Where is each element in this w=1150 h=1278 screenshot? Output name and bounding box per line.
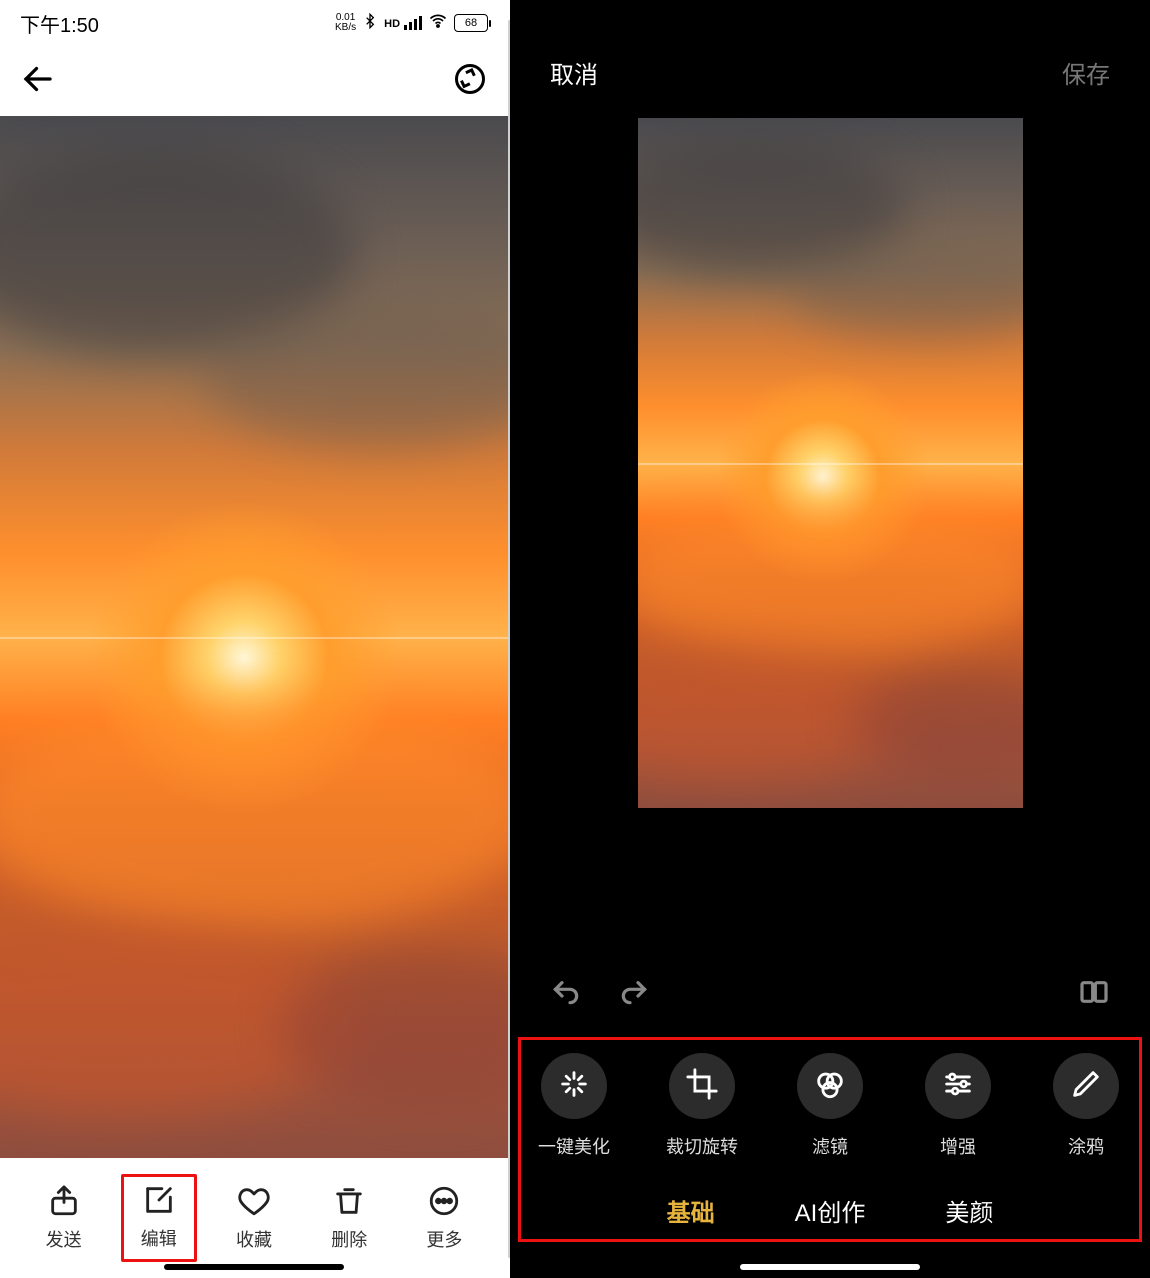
status-bar: 下午1:50 0.01 KB/s HD 68: [0, 0, 508, 46]
editor-tab-row: 基础 AI创作 美颜: [510, 1193, 1150, 1228]
tab-beauty[interactable]: 美颜: [945, 1193, 993, 1228]
cancel-button[interactable]: 取消: [550, 55, 598, 90]
tab-ai-create[interactable]: AI创作: [795, 1193, 866, 1228]
sparkle-icon: [557, 1067, 591, 1106]
tool-enhance[interactable]: 增强: [914, 1053, 1002, 1159]
filter-icon: [813, 1067, 847, 1106]
delete-label: 删除: [331, 1226, 367, 1252]
photo-preview[interactable]: [0, 116, 508, 1158]
tool-label: 一键美化: [538, 1133, 610, 1159]
bluetooth-icon: [362, 13, 378, 33]
edit-label: 编辑: [141, 1225, 177, 1251]
tool-label: 裁切旋转: [666, 1133, 738, 1159]
tool-label: 滤镜: [812, 1133, 848, 1159]
sliders-icon: [941, 1067, 975, 1106]
undo-icon[interactable]: [550, 976, 582, 1013]
viewer-nav-bar: [0, 46, 508, 116]
save-button[interactable]: 保存: [1062, 55, 1110, 90]
clock: 下午1:50: [20, 9, 99, 38]
send-label: 发送: [46, 1226, 82, 1252]
tool-label: 增强: [940, 1133, 976, 1159]
tool-crop-rotate[interactable]: 裁切旋转: [658, 1053, 746, 1159]
tool-row[interactable]: 一键美化 裁切旋转 滤镜 增强: [510, 1053, 1150, 1159]
back-icon[interactable]: [20, 61, 56, 102]
history-row: [510, 959, 1150, 1029]
photo-viewer-screen: 下午1:50 0.01 KB/s HD 68: [0, 0, 508, 1278]
redo-icon[interactable]: [618, 976, 650, 1013]
tool-label: 涂鸦: [1068, 1133, 1104, 1159]
crop-icon: [685, 1067, 719, 1106]
more-button[interactable]: 更多: [406, 1184, 482, 1252]
viewer-bottom-bar: 发送 编辑 收藏 删除 更多: [0, 1158, 508, 1278]
favorite-label: 收藏: [236, 1226, 272, 1252]
edit-button[interactable]: 编辑: [121, 1174, 197, 1262]
photo-editor-screen: 取消 保存 一键美化: [510, 0, 1150, 1278]
compare-icon[interactable]: [1078, 976, 1110, 1013]
editor-tool-area: 一键美化 裁切旋转 滤镜 增强: [510, 1029, 1150, 1278]
cast-icon[interactable]: [452, 61, 488, 102]
tool-auto-enhance[interactable]: 一键美化: [530, 1053, 618, 1159]
wifi-icon: [428, 11, 448, 35]
tool-doodle[interactable]: 涂鸦: [1042, 1053, 1130, 1159]
network-speed-icon: 0.01 KB/s: [335, 13, 356, 33]
pencil-icon: [1069, 1067, 1103, 1106]
editor-canvas[interactable]: [638, 118, 1023, 808]
signal-icon: HD: [384, 16, 422, 30]
delete-button[interactable]: 删除: [311, 1184, 387, 1252]
tab-basic[interactable]: 基础: [667, 1193, 715, 1228]
status-indicators: 0.01 KB/s HD 68: [335, 11, 488, 35]
more-label: 更多: [426, 1226, 462, 1252]
favorite-button[interactable]: 收藏: [216, 1184, 292, 1252]
home-indicator[interactable]: [740, 1264, 920, 1270]
editor-top-bar: 取消 保存: [510, 0, 1150, 108]
send-button[interactable]: 发送: [26, 1184, 102, 1252]
battery-icon: 68: [454, 14, 488, 32]
tool-filter[interactable]: 滤镜: [786, 1053, 874, 1159]
editor-canvas-wrap: [510, 108, 1150, 959]
home-indicator[interactable]: [164, 1264, 344, 1270]
